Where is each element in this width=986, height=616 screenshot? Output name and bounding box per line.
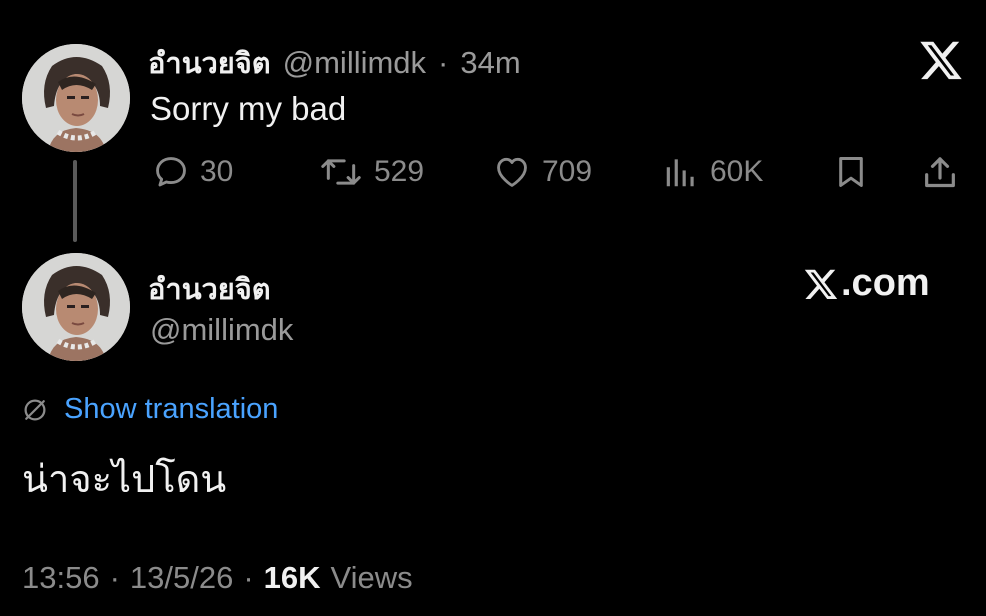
show-translation-button[interactable]: Show translation: [20, 393, 278, 426]
x-logo-icon: [804, 269, 838, 299]
avatar[interactable]: [22, 253, 130, 361]
reply-icon: [156, 157, 186, 187]
like-button[interactable]: 709: [492, 153, 592, 191]
tweet-footer: 13:56 · 13/5/26 · 16K Views: [22, 560, 413, 596]
reply-button[interactable]: 30: [152, 153, 233, 191]
avatar-photo: [22, 44, 130, 152]
tweet-header: อำนวยจิต @millimdk · 34m: [148, 40, 521, 86]
thread-line: [73, 160, 77, 242]
avatar[interactable]: [22, 44, 130, 152]
show-translation-link[interactable]: Show translation: [64, 393, 278, 426]
separator: ·: [109, 560, 120, 595]
x-logo-icon[interactable]: [918, 37, 964, 83]
reply-count: 30: [200, 155, 234, 188]
site-label: .com: [841, 262, 930, 304]
site-link[interactable]: .com: [803, 262, 930, 305]
repost-count: 529: [374, 155, 425, 188]
author-handle[interactable]: @millimdk: [283, 45, 426, 81]
views-icon: [666, 159, 694, 187]
bookmark-icon[interactable]: [832, 153, 870, 191]
avatar-photo: [22, 253, 130, 361]
heart-icon: [497, 157, 527, 187]
share-icon[interactable]: [920, 153, 960, 193]
post-date[interactable]: 13/5/26: [130, 560, 233, 596]
timestamp[interactable]: 34m: [460, 45, 520, 81]
author-name[interactable]: อำนวยจิต: [148, 40, 271, 86]
repost-button[interactable]: 529: [318, 153, 424, 191]
post-time[interactable]: 13:56: [22, 560, 100, 596]
translate-icon: [24, 399, 46, 420]
like-count: 709: [542, 155, 593, 188]
repost-icon: [321, 159, 361, 185]
author-handle[interactable]: @millimdk: [150, 312, 293, 348]
separator: ·: [438, 45, 449, 80]
author-name[interactable]: อำนวยจิต: [148, 266, 271, 312]
quoted-text: น่าจะไปโดน: [22, 459, 227, 501]
views-label: Views: [330, 560, 413, 595]
separator: ·: [243, 560, 254, 595]
views-count: 60K: [710, 155, 764, 188]
views-total: 16K: [263, 560, 321, 595]
views-button[interactable]: 60K: [662, 153, 763, 191]
tweet-text: Sorry my bad: [150, 90, 347, 127]
